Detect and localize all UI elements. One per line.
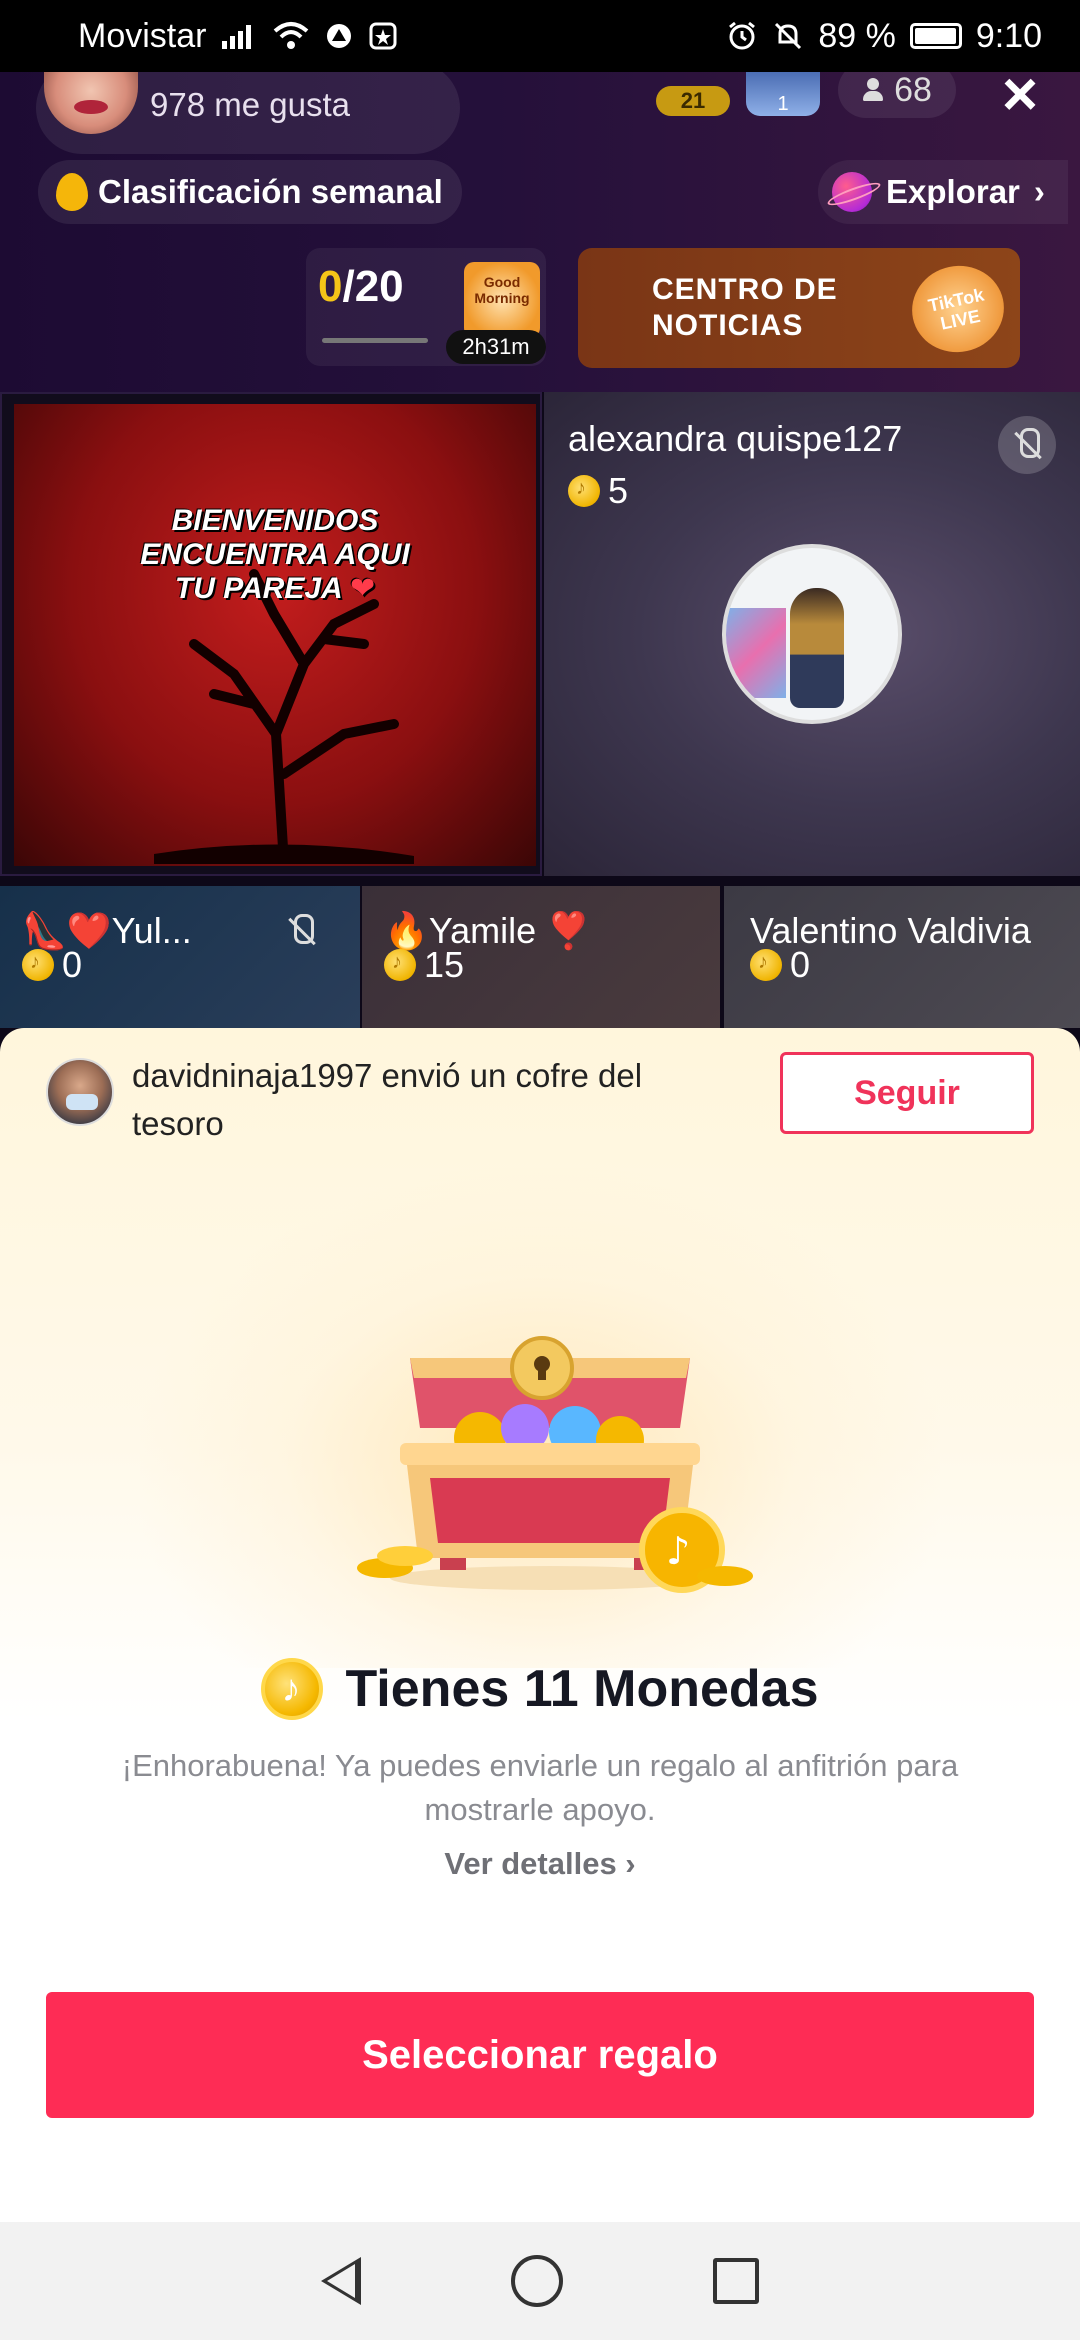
welcome-banner: BIENVENIDOS ENCUENTRA AQUI TU PAREJA ❤ [140, 504, 410, 605]
coin-icon [750, 949, 782, 981]
planet-icon [832, 172, 872, 212]
recent-apps-icon[interactable] [713, 2258, 759, 2304]
news-label: CENTRO DE NOTICIAS [652, 273, 838, 342]
ranking-label: Clasificación semanal [98, 173, 443, 210]
good-morning-sticker: Good Morning [464, 262, 540, 338]
tiktok-live-logo: TikTok LIVE [904, 257, 1012, 361]
close-icon[interactable]: × [990, 64, 1050, 130]
congrats-text: ¡Enhorabuena! Ya puedes enviarle un rega… [121, 1748, 959, 1827]
person-icon [862, 78, 884, 102]
timer-badge: 2h31m [446, 330, 546, 364]
select-gift-button[interactable]: Seleccionar regalo [46, 1992, 1034, 2118]
guest-avatar[interactable] [722, 544, 902, 724]
goal-counter[interactable]: 0/20 Good Morning 2h31m [306, 248, 546, 366]
explore-label: Explorar [886, 173, 1020, 210]
guest-tile-yul[interactable]: 👠❤️Yul... 0 [0, 886, 360, 1028]
battery-percent: 89 % [818, 16, 896, 55]
treasure-chest-icon: ♪ [357, 1336, 753, 1593]
goal-progress-bar [322, 338, 428, 343]
coin-icon [568, 475, 600, 507]
signal-icon [222, 25, 252, 49]
viewer-count: 68 [894, 70, 932, 109]
guest-tile-yamile[interactable]: 🔥Yamile ❣️ 15 [362, 886, 720, 1028]
news-center-banner[interactable]: CENTRO DE NOTICIAS TikTok LIVE [578, 248, 1020, 368]
heart-icon: ❤ [349, 572, 376, 605]
screen: Movistar 89 % 9:10 978 me gusta 21 1 68 … [0, 0, 1080, 2340]
status-bar: Movistar 89 % 9:10 [0, 0, 1080, 72]
mic-off-icon [998, 416, 1056, 474]
follow-button[interactable]: Seguir [780, 1052, 1034, 1134]
weekly-ranking-button[interactable]: Clasificación semanal [38, 160, 462, 224]
view-details-link[interactable]: Ver detalles › [0, 1846, 1080, 1882]
flame-icon [56, 173, 88, 211]
battery-icon [909, 23, 962, 49]
multi-guest-grid: BIENVENIDOS ENCUENTRA AQUI TU PAREJA ❤ a… [0, 392, 1080, 1028]
navigation-bar [0, 2222, 1080, 2340]
guest-tile-alexandra[interactable]: alexandra quispe127 5 [544, 392, 1080, 876]
host-video: BIENVENIDOS ENCUENTRA AQUI TU PAREJA ❤ [14, 404, 536, 866]
coin-icon [22, 949, 54, 981]
coin-icon [384, 949, 416, 981]
back-icon[interactable] [321, 2257, 361, 2305]
goal-progress: 0/20 [318, 262, 404, 311]
app-notification-icon [369, 22, 397, 50]
guest-tile-valentino[interactable]: Valentino Valdivia 0 [724, 886, 1080, 1028]
guest-name: alexandra quispe127 [568, 418, 903, 459]
explore-button[interactable]: Explorar › [818, 160, 1068, 224]
svg-text:♪: ♪ [666, 1529, 690, 1573]
alarm-icon [729, 21, 756, 50]
guest-coins: 15 [384, 944, 464, 986]
carrier-label: Movistar [78, 16, 207, 55]
sender-avatar[interactable] [46, 1058, 114, 1126]
chevron-right-icon: › [1033, 173, 1045, 210]
wifi-icon [274, 22, 309, 49]
top-viewer-badge[interactable]: 1 [746, 72, 820, 116]
coins-title: Tienes 11 Monedas [0, 1658, 1080, 1720]
host-video-tile[interactable]: BIENVENIDOS ENCUENTRA AQUI TU PAREJA ❤ [0, 392, 542, 876]
location-icon [327, 24, 352, 48]
guest-coins: 0 [750, 944, 810, 986]
guest-coins: 0 [22, 944, 82, 986]
rank-badge[interactable]: 21 [656, 86, 730, 116]
treasure-chest-sheet: davidninaja1997 envió un cofre del tesor… [0, 1028, 1080, 2222]
mic-off-icon [272, 902, 330, 960]
guest-coins: 5 [568, 470, 628, 512]
live-header: 978 me gusta 21 1 68 × Clasificación sem… [0, 62, 1080, 392]
clock: 9:10 [975, 16, 1042, 55]
home-icon[interactable] [511, 2255, 563, 2307]
mute-bell-icon [775, 22, 802, 50]
coin-icon [261, 1658, 324, 1720]
sender-message: davidninaja1997 envió un cofre del tesor… [132, 1057, 643, 1142]
host-likes: 978 me gusta [150, 86, 350, 123]
